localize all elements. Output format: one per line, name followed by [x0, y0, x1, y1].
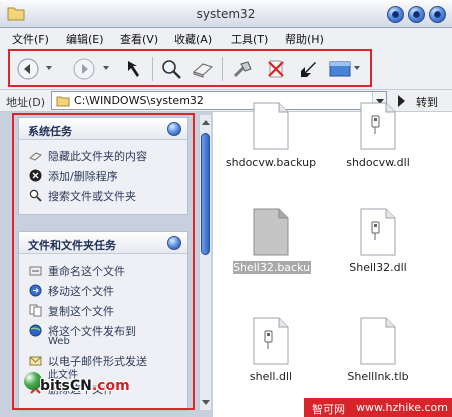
- window-title: system32: [196, 7, 256, 21]
- file-name: shdocvw.backup: [225, 156, 317, 169]
- menu-view[interactable]: 查看(V): [120, 31, 158, 47]
- watermark-site-name: 智可网: [312, 403, 345, 416]
- maximize-button[interactable]: [408, 6, 425, 23]
- file-item[interactable]: Shell32.backup: [219, 208, 323, 280]
- watermark-logo: bitsCN.com: [40, 378, 130, 394]
- close-button[interactable]: [429, 6, 446, 23]
- menu-bar: 文件(F) 编辑(E) 查看(V) 收藏(A) 工具(T) 帮助(H): [0, 28, 452, 48]
- scroll-down-icon[interactable]: [202, 400, 210, 405]
- copy-to-icon[interactable]: [231, 58, 255, 80]
- views-icon[interactable]: [328, 58, 352, 80]
- blank-file-icon: [253, 102, 289, 150]
- file-name: Shell32.backup: [233, 261, 318, 274]
- address-value: C:\WINDOWS\system32: [74, 94, 204, 107]
- watermark-banner: 智可网 www.hzhike.com: [304, 398, 452, 417]
- back-dropdown-icon[interactable]: [46, 66, 52, 70]
- title-bar: system32: [0, 0, 452, 28]
- file-item[interactable]: shdocvw.backup: [219, 102, 323, 174]
- up-arrow-icon[interactable]: [122, 58, 146, 80]
- dll-file-icon: [360, 208, 396, 256]
- file-item[interactable]: shell.dll: [219, 317, 323, 389]
- blank-file-icon: [360, 317, 396, 365]
- scrollbar-thumb[interactable]: [201, 133, 210, 255]
- task-pane-highlight: [12, 113, 195, 410]
- file-name: shell.dll: [249, 370, 293, 383]
- blank-file-icon: [253, 208, 289, 256]
- dll-file-icon: [253, 317, 289, 365]
- back-icon[interactable]: [17, 58, 41, 80]
- address-input[interactable]: C:\WINDOWS\system32: [51, 91, 387, 110]
- undo-icon[interactable]: [296, 58, 320, 80]
- file-name: shdocvw.dll: [346, 156, 410, 169]
- menu-file[interactable]: 文件(F): [12, 31, 49, 47]
- dll-file-icon: [360, 102, 396, 150]
- file-name: Shell32.dll: [349, 261, 407, 274]
- menu-favorites[interactable]: 收藏(A): [174, 31, 212, 47]
- toolbar-separator: [152, 57, 153, 81]
- address-label: 地址(D): [6, 96, 46, 109]
- views-dropdown-icon[interactable]: [354, 66, 360, 70]
- toolbar-separator: [222, 57, 223, 81]
- folders-icon[interactable]: [191, 58, 215, 80]
- menu-tools[interactable]: 工具(T): [231, 31, 268, 47]
- file-item[interactable]: ShellInk.tlb: [326, 317, 430, 389]
- file-item[interactable]: Shell32.dll: [326, 208, 430, 280]
- menu-help[interactable]: 帮助(H): [285, 31, 324, 47]
- go-button[interactable]: 转到: [416, 94, 438, 110]
- forward-icon[interactable]: [73, 58, 97, 80]
- file-name: ShellInk.tlb: [347, 370, 409, 383]
- forward-dropdown-icon[interactable]: [103, 66, 109, 70]
- watermark-site-url: www.hzhike.com: [356, 401, 448, 414]
- folder-icon: [56, 96, 70, 107]
- file-item[interactable]: shdocvw.dll: [326, 102, 430, 174]
- task-pane-scrollbar[interactable]: [199, 115, 211, 410]
- search-icon[interactable]: [160, 58, 184, 80]
- go-icon[interactable]: [398, 95, 405, 107]
- menu-edit[interactable]: 编辑(E): [66, 31, 104, 47]
- minimize-button[interactable]: [387, 6, 404, 23]
- file-list: shdocvw.backup shdocvw.dll Shell32.backu…: [213, 102, 452, 417]
- scroll-up-icon[interactable]: [202, 120, 210, 125]
- delete-icon[interactable]: [264, 58, 288, 80]
